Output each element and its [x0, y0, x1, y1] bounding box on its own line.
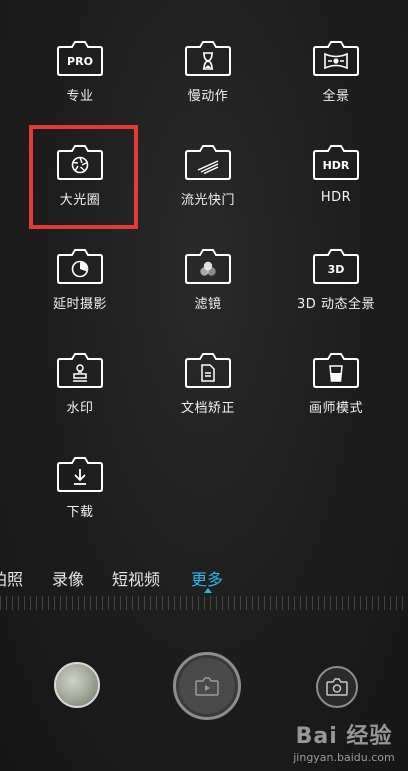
mode-panorama[interactable]: 全景	[268, 0, 404, 104]
mode-label: 延时摄影	[52, 297, 107, 312]
active-tab-indicator	[204, 588, 212, 593]
hdr-icon: HDR	[313, 144, 359, 180]
tab-video[interactable]: 录像	[52, 566, 84, 590]
watermark-brand: Bai 经验	[295, 724, 393, 749]
document-icon	[185, 352, 231, 388]
mode-label: 3D 动态全景	[297, 297, 375, 312]
tab-short-video[interactable]: 短视频	[112, 566, 160, 590]
short-video-icon	[195, 677, 219, 696]
mode-document-correction[interactable]: 文档矫正	[140, 312, 276, 416]
mode-scroll-ruler[interactable]	[0, 596, 408, 610]
mode-tabs: 拍照 录像 短视频 更多	[0, 560, 408, 594]
time-lapse-icon	[57, 248, 103, 284]
more-modes-grid: PRO 专业 慢动作 全景 大光圈 流光快门 HDR HDR 延时摄影 滤镜 3…	[0, 0, 408, 560]
hdr-glyph: HDR	[322, 158, 350, 172]
mode-3d-panorama[interactable]: 3D 3D 动态全景	[268, 208, 404, 312]
light-trail-icon	[185, 144, 231, 180]
tab-photo[interactable]: 拍照	[0, 566, 23, 590]
mode-label: 全景	[322, 89, 350, 104]
download-icon	[57, 456, 103, 492]
highlight-box	[29, 125, 138, 229]
watermark-url: jingyan.baidu.com	[293, 751, 395, 764]
mode-painter[interactable]: 画师模式	[268, 312, 404, 416]
mode-label: 滤镜	[194, 297, 222, 312]
mode-download[interactable]: 下载	[12, 416, 148, 520]
mode-label: 慢动作	[187, 89, 229, 104]
mode-watermark[interactable]: 水印	[12, 312, 148, 416]
shutter-inner	[179, 658, 235, 714]
3d-glyph: 3D	[327, 262, 345, 276]
mode-label: HDR	[320, 190, 352, 205]
switch-camera-icon	[326, 678, 348, 696]
switch-camera-button[interactable]	[316, 666, 358, 708]
tab-more[interactable]: 更多	[191, 566, 223, 590]
mode-label: 流光快门	[180, 193, 235, 208]
mode-label: 下载	[66, 505, 94, 520]
baidu-jingyan-watermark: Bai 经验 jingyan.baidu.com	[284, 716, 404, 766]
mode-label: 专业	[66, 89, 94, 104]
mode-filter[interactable]: 滤镜	[140, 208, 276, 312]
painter-cup-icon	[313, 352, 359, 388]
mode-label: 水印	[66, 401, 94, 416]
mode-label: 文档矫正	[180, 401, 235, 416]
mode-light-painting[interactable]: 流光快门	[140, 104, 276, 208]
mode-label: 画师模式	[308, 401, 363, 416]
panorama-icon	[313, 40, 359, 76]
shutter-button[interactable]	[173, 652, 241, 720]
mode-pro[interactable]: PRO 专业	[12, 0, 148, 104]
gallery-thumbnail[interactable]	[54, 662, 100, 708]
filter-icon	[185, 248, 231, 284]
mode-slow-motion[interactable]: 慢动作	[140, 0, 276, 104]
hourglass-icon	[185, 40, 231, 76]
watermark-stamp-icon	[57, 352, 103, 388]
3d-panorama-icon: 3D	[313, 248, 359, 284]
pro-mode-icon: PRO	[57, 40, 103, 76]
pro-glyph: PRO	[67, 54, 93, 68]
camera-screen: PRO 专业 慢动作 全景 大光圈 流光快门 HDR HDR 延时摄影 滤镜 3…	[0, 0, 408, 771]
mode-hdr[interactable]: HDR HDR	[268, 104, 404, 208]
